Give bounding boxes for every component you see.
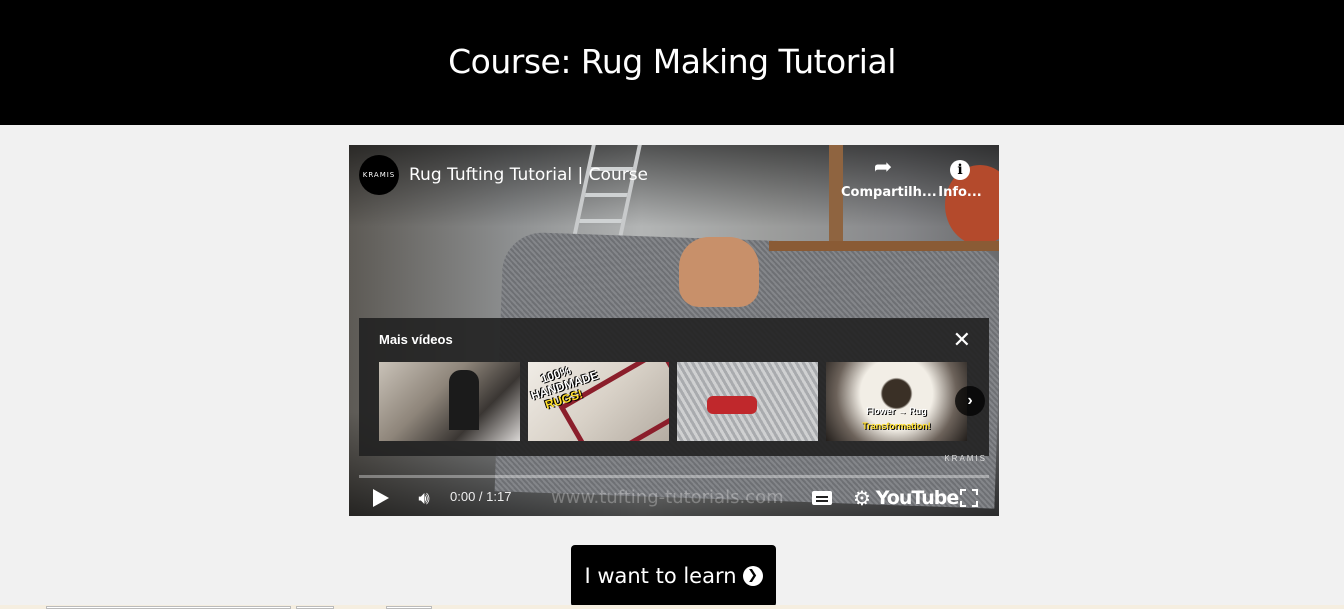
video-thumbnail[interactable] (379, 362, 520, 441)
captions-icon[interactable] (811, 485, 833, 511)
time-display: 0:00 / 1:17 (450, 489, 512, 504)
thumbnail-caption: Transformation! (862, 421, 931, 431)
info-label: Info... (938, 185, 982, 200)
bottom-strip (0, 605, 1344, 609)
info-icon: i (935, 155, 985, 181)
share-button[interactable]: ➦ Compartilh... (841, 155, 937, 200)
more-videos-title: Mais vídeos (379, 332, 453, 347)
channel-watermark: KRAMIS (944, 454, 987, 463)
close-icon[interactable]: ✕ (953, 326, 971, 354)
video-title[interactable]: Rug Tufting Tutorial | Course (409, 165, 648, 185)
arrow-circle-right-icon: ❯ (742, 566, 763, 586)
video-thumbnail[interactable]: Flower → Rug Transformation! (826, 362, 967, 441)
gear-icon[interactable]: ⚙ (849, 485, 875, 511)
hand (679, 237, 759, 307)
play-icon[interactable] (369, 485, 393, 511)
volume-icon[interactable]: 🔊︎ (411, 485, 437, 511)
page-title: Course: Rug Making Tutorial (448, 42, 896, 81)
page-header: Course: Rug Making Tutorial (0, 0, 1344, 125)
video-thumbnail[interactable] (677, 362, 818, 441)
thumbnail-caption: Flower → Rug (866, 406, 927, 416)
site-watermark: www.tufting-tutorials.com (551, 487, 784, 508)
video-player[interactable]: KRAMIS Rug Tufting Tutorial | Course ➦ C… (349, 145, 999, 516)
share-arrow-icon: ➦ (873, 155, 893, 180)
learn-button[interactable]: I want to learn ❯ (571, 545, 776, 607)
learn-button-label: I want to learn (584, 564, 737, 588)
channel-avatar[interactable]: KRAMIS (359, 155, 399, 195)
info-button[interactable]: i Info... (935, 155, 985, 200)
progress-bar[interactable] (359, 475, 989, 478)
video-thumbnail[interactable]: 100% HANDMADE RUGS! (528, 362, 669, 441)
more-videos-panel: Mais vídeos ✕ 100% HANDMADE RUGS! Flower… (359, 318, 989, 456)
share-label: Compartilh... (841, 185, 937, 200)
chevron-right-icon[interactable]: › (955, 386, 985, 416)
fullscreen-icon[interactable] (957, 485, 981, 511)
youtube-logo[interactable]: YouTube (876, 485, 959, 511)
background-beam (769, 241, 999, 251)
